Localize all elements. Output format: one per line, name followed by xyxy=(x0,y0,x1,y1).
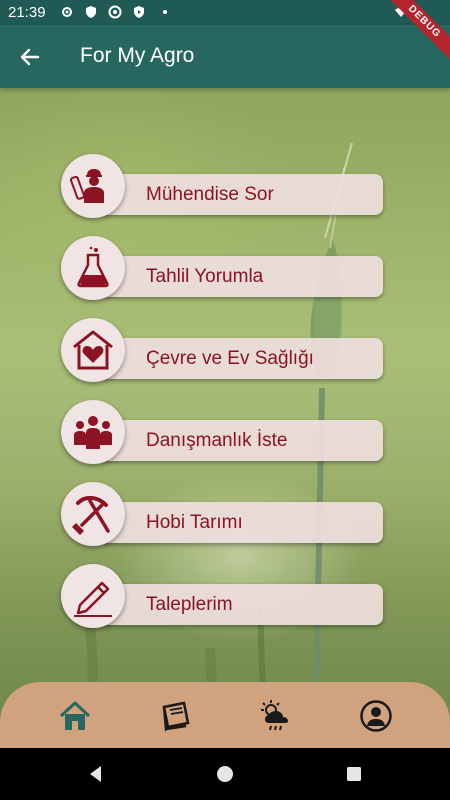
status-bar: 21:39 DEBUG xyxy=(0,0,450,71)
back-triangle-icon[interactable] xyxy=(84,762,108,786)
flask-icon xyxy=(61,236,125,300)
nav-weather[interactable] xyxy=(256,696,296,736)
menu-item-hobby[interactable]: Hobi Tarımı xyxy=(60,482,384,548)
settings-icon xyxy=(62,7,72,17)
arrow-left-icon[interactable] xyxy=(16,43,44,71)
menu-item-label: Taleplerim xyxy=(146,594,233,615)
shield-play-icon xyxy=(134,6,144,18)
menu-card[interactable] xyxy=(100,584,383,625)
menu-item-consulting[interactable]: Danışmanlık İste xyxy=(60,400,384,466)
book-icon xyxy=(162,701,190,732)
menu-item-environment[interactable]: Çevre ve Ev Sağlığı xyxy=(60,318,384,384)
house-heart-icon xyxy=(61,318,125,382)
shield-icon xyxy=(86,6,96,18)
pencil-icon xyxy=(61,564,125,628)
app-bar: For My Agro xyxy=(0,25,450,88)
group-icon xyxy=(61,400,125,464)
menu-item-label: Çevre ve Ev Sağlığı xyxy=(146,348,314,369)
data-saver-icon xyxy=(108,5,122,19)
menu-item-label: Hobi Tarımı xyxy=(146,512,243,533)
weather-icon xyxy=(261,700,288,731)
app-screen: 21:39 DEBUG For My Agro Mühendise Sor Ta… xyxy=(0,0,450,800)
menu-item-engineer[interactable]: Mühendise Sor xyxy=(60,154,384,220)
engineer-icon xyxy=(61,154,125,218)
profile-icon xyxy=(360,700,392,732)
menu-item-label: Danışmanlık İste xyxy=(146,430,288,451)
pickaxe-shovel-icon xyxy=(61,482,125,546)
menu-item-label: Tahlil Yorumla xyxy=(146,266,264,287)
menu-item-analysis[interactable]: Tahlil Yorumla xyxy=(60,236,384,302)
home-circle-icon[interactable] xyxy=(213,762,237,786)
dot-icon xyxy=(163,10,167,14)
status-time: 21:39 xyxy=(8,4,46,21)
menu-item-requests[interactable]: Taleplerim xyxy=(60,564,384,630)
nav-library[interactable] xyxy=(155,696,195,736)
nav-profile[interactable] xyxy=(356,696,396,736)
home-icon xyxy=(59,701,91,730)
page-title: For My Agro xyxy=(80,44,195,67)
bottom-navigation xyxy=(0,682,450,748)
recents-square-icon[interactable] xyxy=(342,762,366,786)
nav-home[interactable] xyxy=(55,696,95,736)
menu-item-label: Mühendise Sor xyxy=(146,184,274,205)
system-navigation-bar xyxy=(0,748,450,800)
